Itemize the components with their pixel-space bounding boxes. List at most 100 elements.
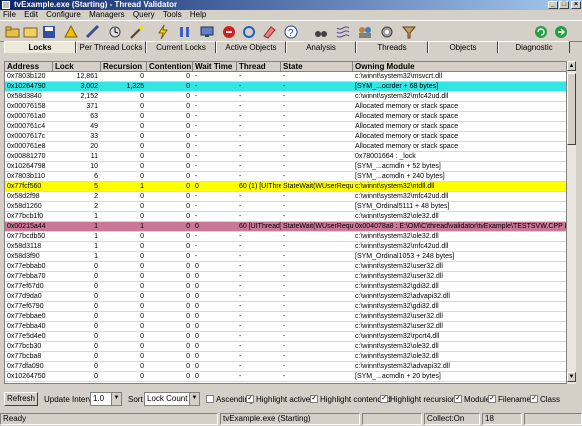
menu-tools[interactable]: Tools — [160, 10, 185, 20]
chevron-down-icon[interactable]: ▼ — [189, 393, 199, 405]
tab-diagnostic[interactable]: Diagnostic — [498, 41, 570, 53]
tab-active-objects[interactable]: Active Objects — [216, 41, 286, 53]
table-row[interactable]: 0x00076158 371 0 0- - - Allocated memory or st… — [5, 102, 566, 112]
green-arrow-icon[interactable] — [552, 23, 570, 40]
close-icon[interactable]: × — [571, 1, 581, 9]
save-icon[interactable] — [40, 23, 58, 40]
tab-threads[interactable]: Threads — [356, 41, 428, 53]
help-icon[interactable]: ? — [282, 23, 300, 40]
checkbox-box[interactable]: ✓ — [246, 395, 254, 403]
scroll-down-icon[interactable]: ▼ — [567, 372, 576, 382]
checkbox-highlight-active[interactable]: ✓ Highlight active — [246, 394, 310, 404]
col-owning-module[interactable]: Owning Module — [353, 62, 566, 72]
checkbox-box[interactable]: ✓ — [488, 395, 496, 403]
table-row[interactable]: 0x77ef6790 0 0 0 0- - c:\winnt\system32\gdi32.… — [5, 302, 566, 312]
col-lock[interactable]: Lock — [53, 62, 101, 72]
erase-icon[interactable] — [260, 23, 278, 40]
tab-per-thread-locks[interactable]: Per Thread Locks — [76, 41, 146, 53]
table-row[interactable]: 0x77d9da0 0 0 0 0- - c:\winnt\system32\advapi3… — [5, 292, 566, 302]
settings-icon[interactable] — [378, 23, 396, 40]
tab-objects[interactable]: Objects — [428, 41, 498, 53]
refresh-icon[interactable] — [240, 23, 258, 40]
green-refresh-icon[interactable] — [532, 23, 550, 40]
table-row[interactable]: 0x10264790 3,002 1,325 0- - - [SYM_...ocrder +… — [5, 82, 566, 92]
table-row[interactable]: 0x00881270 11 0 0- - -0x78001664 : _lock — [5, 152, 566, 162]
menu-configure[interactable]: Configure — [43, 10, 84, 20]
table-row[interactable]: 0x10264798 10 0 0- - - [SYM_...acmdln + 52 byt… — [5, 162, 566, 172]
table-row[interactable]: 0x58d3f90 1 0 0- - - [SYM_Ordinal1053 + 248 by… — [5, 252, 566, 262]
wait-icon[interactable] — [106, 23, 124, 40]
menu-managers[interactable]: Managers — [86, 10, 128, 20]
table-row[interactable]: 0x77ebba40 0 0 0 0- - c:\winnt\system32\user32… — [5, 322, 566, 332]
table-row[interactable]: 0x77bcdb50 1 0 0- - - c:\winnt\system32\ole32.… — [5, 232, 566, 242]
threads-icon[interactable] — [334, 23, 352, 40]
checkbox-box[interactable]: ✓ — [380, 395, 388, 403]
chevron-down-icon[interactable]: ▼ — [111, 393, 121, 405]
table-row[interactable]: 0x000761c4 49 0 0- - - Allocated memory or sta… — [5, 122, 566, 132]
table-row[interactable]: 0x58d3840 2,152 0 0- - - c:\winnt\system32\mfc… — [5, 92, 566, 102]
checkbox-box[interactable]: ✓ — [454, 395, 462, 403]
checkbox-class[interactable]: ✓ Class — [530, 394, 560, 404]
table-row[interactable]: 0x58d3118 1 0 0- - - c:\winnt\system32\mfc42ud… — [5, 242, 566, 252]
table-row[interactable]: 0x7803b120 12,861 0 0- - - c:\winnt\system32\m… — [5, 72, 566, 82]
table-row[interactable]: 0x000761a0 63 0 0- - - Allocated memory or sta… — [5, 112, 566, 122]
table-row[interactable]: 0x77ef67d0 0 0 0 0- - c:\winnt\system32\gdi32.… — [5, 282, 566, 292]
update-interval-select[interactable]: 1.0 ▼ — [90, 392, 122, 406]
table-row[interactable]: 0x77e5d4e0 0 0 0 0- - c:\winnt\system32\rpcrt4… — [5, 332, 566, 342]
table-row[interactable]: 0x77dfa090 0 0 0 0- - c:\winnt\system32\advapi… — [5, 362, 566, 372]
stop-icon[interactable] — [220, 23, 238, 40]
table-row[interactable]: 0x77ebba70 0 0 0 0- - c:\winnt\system32\user32… — [5, 272, 566, 282]
binoculars-icon[interactable] — [312, 23, 330, 40]
sort-select[interactable]: Lock Count ▼ — [144, 392, 200, 406]
launch-icon[interactable] — [62, 23, 80, 40]
checkbox-highlight-recursion[interactable]: ✓ Highlight recursion — [380, 394, 456, 404]
locks-table[interactable]: Address Lock Recursion Contention Wait T… — [4, 61, 567, 384]
checkbox-module[interactable]: ✓ Module — [454, 394, 490, 404]
people-icon[interactable] — [356, 23, 374, 40]
filter-icon[interactable] — [400, 23, 418, 40]
tab-current-locks[interactable]: Current Locks — [146, 41, 216, 53]
open-folder-icon[interactable] — [4, 23, 22, 40]
menu-query[interactable]: Query — [130, 10, 158, 20]
table-row[interactable]: 0x77bcb30 0 0 0 0- - c:\winnt\system32\ole32.d… — [5, 342, 566, 352]
refresh-button[interactable]: Refresh — [4, 392, 38, 406]
maximize-icon[interactable]: □ — [559, 1, 569, 9]
table-row[interactable]: 0x000761e8 20 0 0- - - Allocated memory or sta… — [5, 142, 566, 152]
lightning-icon[interactable] — [154, 23, 172, 40]
table-row[interactable]: 0x77ccf8800000--c:\winnt\system32\shell3… — [5, 382, 566, 383]
table-row[interactable]: 0x77fcf560 5 1 00 60 (1) [UIThread]StateWait… — [5, 182, 566, 192]
pause-icon[interactable] — [176, 23, 194, 40]
monitor-icon[interactable] — [198, 23, 216, 40]
scroll-up-icon[interactable]: ▲ — [567, 61, 576, 71]
tab-locks[interactable]: Locks — [4, 41, 76, 53]
table-row[interactable]: 0x10264750 0 0 0 0- - [SYM_...acmdln + 20 byte… — [5, 372, 566, 382]
table-row[interactable]: 0x77ebbab0 0 0 0 0- - c:\winnt\system32\user32… — [5, 262, 566, 272]
checkbox-filename[interactable]: ✓ Filename — [488, 394, 531, 404]
checkbox-box[interactable]: ✓ — [530, 395, 538, 403]
table-row[interactable]: 0x0007617c 33 0 0- - - Allocated memory or sta… — [5, 132, 566, 142]
table-row[interactable]: 0x77bcb1f0 1 0 0- - - c:\winnt\system32\ole32.… — [5, 212, 566, 222]
table-row[interactable]: 0x77bcba8 0 0 0 0- - c:\winnt\system32\ole32.d… — [5, 352, 566, 362]
table-row[interactable]: 0x58d1260 2 0 0- - - [SYM_Ordinal5111 + 48 byt… — [5, 202, 566, 212]
checkbox-box[interactable]: ✓ — [310, 395, 318, 403]
tab-analysis[interactable]: Analysis — [286, 41, 356, 53]
col-wait-time[interactable]: Wait Time — [193, 62, 237, 72]
table-row[interactable]: 0x7803b110 6 0 0- - - [SYM_...acmdln + 240 byt… — [5, 172, 566, 182]
menu-edit[interactable]: Edit — [21, 10, 41, 20]
scroll-thumb[interactable] — [567, 73, 576, 145]
menu-help[interactable]: Help — [187, 10, 209, 20]
menu-file[interactable]: File — [0, 10, 19, 20]
col-recursion[interactable]: Recursion — [101, 62, 147, 72]
wand-icon[interactable] — [128, 23, 146, 40]
checkbox-box[interactable] — [206, 395, 214, 403]
minimize-icon[interactable]: _ — [548, 1, 558, 9]
col-thread[interactable]: Thread — [237, 62, 281, 72]
vertical-scrollbar[interactable]: ▲ ▼ — [566, 61, 576, 384]
table-row[interactable]: 0x00215a44 1 1 0 0 60 [UIThread] StateWait(WUs… — [5, 222, 566, 232]
table-row[interactable]: 0x58d2f98 2 0 0- - - c:\winnt\system32\mfc42ud… — [5, 192, 566, 202]
open-icon[interactable] — [22, 23, 40, 40]
col-address[interactable]: Address — [5, 62, 53, 72]
inject-icon[interactable] — [84, 23, 102, 40]
col-contention[interactable]: Contention — [147, 62, 193, 72]
checkbox-highlight-contended[interactable]: ✓ Highlight contended — [310, 394, 391, 404]
